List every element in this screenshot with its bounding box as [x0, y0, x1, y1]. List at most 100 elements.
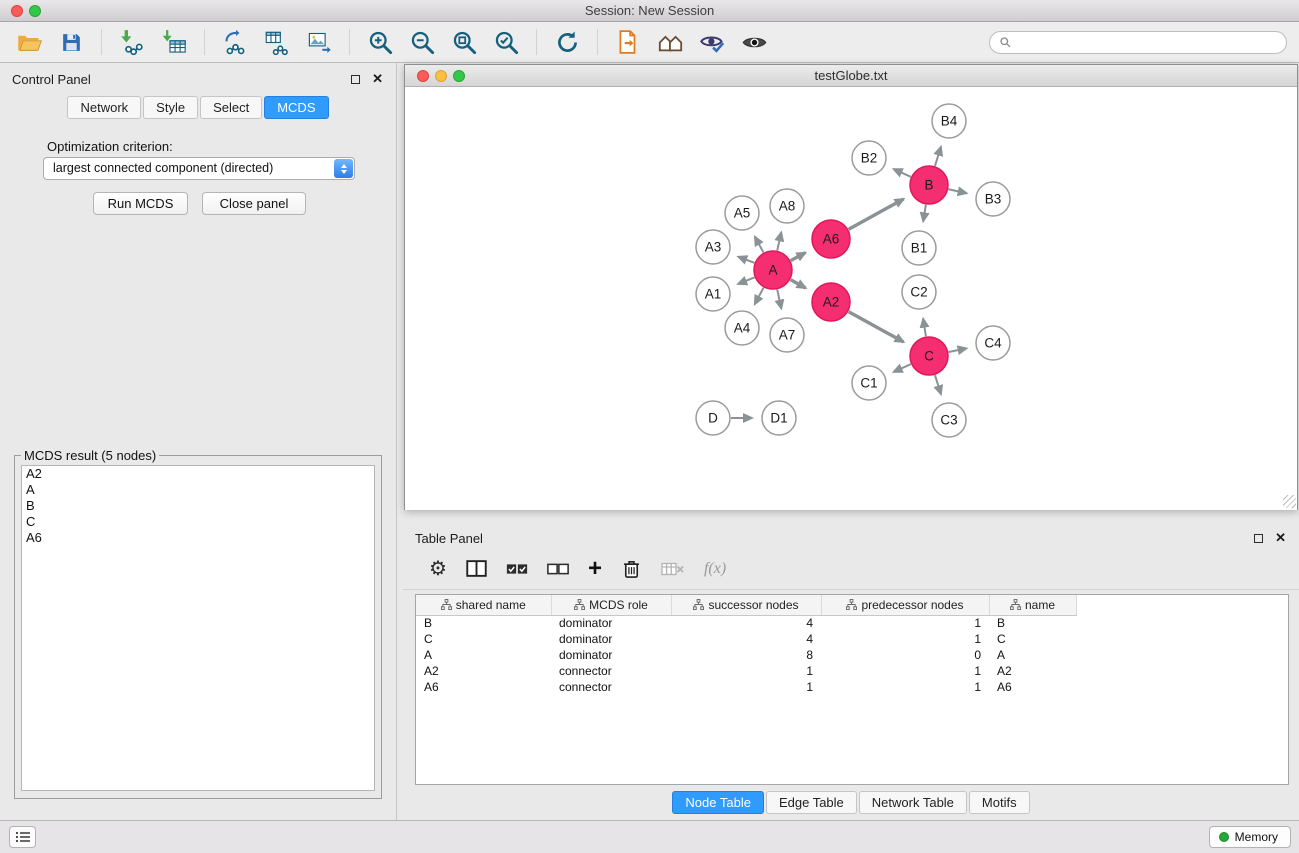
column-header-shared-name[interactable]: shared name [416, 595, 551, 615]
graph-node-B2[interactable]: B2 [852, 141, 886, 175]
graph-edge-A-A6[interactable] [791, 253, 806, 261]
clone-network-button[interactable] [260, 25, 294, 59]
zoom-view-button[interactable] [453, 70, 465, 82]
table-tab-edge-table[interactable]: Edge Table [766, 791, 857, 814]
graph-edge-C-C1[interactable] [894, 364, 911, 372]
graph-edge-A-A1[interactable] [738, 277, 754, 284]
control-tab-mcds[interactable]: MCDS [264, 96, 328, 119]
graph-node-B3[interactable]: B3 [976, 182, 1010, 216]
open-session-button[interactable] [12, 25, 46, 59]
delete-table-button[interactable] [661, 562, 685, 576]
table-tab-network-table[interactable]: Network Table [859, 791, 967, 814]
close-panel-icon[interactable]: ✕ [372, 71, 383, 87]
graph-node-B1[interactable]: B1 [902, 231, 936, 265]
graph-edge-C-C4[interactable] [949, 348, 967, 352]
import-table-button[interactable] [157, 25, 191, 59]
control-tab-network[interactable]: Network [67, 96, 141, 119]
zoom-in-button[interactable] [363, 25, 397, 59]
graph-node-A[interactable]: A [754, 251, 792, 289]
table-row[interactable]: A2connector11A2 [416, 663, 1076, 679]
minimize-view-button[interactable] [435, 70, 447, 82]
column-header-name[interactable]: name [989, 595, 1076, 615]
add-column-button[interactable]: + [588, 559, 602, 579]
graph-node-A2[interactable]: A2 [812, 283, 850, 321]
graph-edge-A-A5[interactable] [755, 237, 764, 253]
table-tab-motifs[interactable]: Motifs [969, 791, 1030, 814]
column-header-predecessor-nodes[interactable]: predecessor nodes [821, 595, 989, 615]
mcds-result-item[interactable]: B [22, 498, 374, 514]
graph-node-B4[interactable]: B4 [932, 104, 966, 138]
graph-node-C3[interactable]: C3 [932, 403, 966, 437]
export-image-button[interactable] [302, 25, 336, 59]
graph-node-D1[interactable]: D1 [762, 401, 796, 435]
mcds-result-item[interactable]: A2 [22, 466, 374, 482]
float-table-panel-icon[interactable] [1254, 534, 1263, 543]
resize-grip[interactable] [1283, 495, 1296, 508]
column-header-mcds-role[interactable]: MCDS role [551, 595, 671, 615]
search-input[interactable] [1017, 35, 1277, 50]
table-row[interactable]: Bdominator41B [416, 615, 1076, 631]
column-header-successor-nodes[interactable]: successor nodes [671, 595, 821, 615]
network-canvas[interactable]: B4B2BB3A5A8A6B1A3AC2A1A2A4A7CC4C1C3DD1 [405, 88, 1297, 510]
validate-view-button[interactable] [695, 25, 729, 59]
graph-node-C[interactable]: C [910, 337, 948, 375]
zoom-fit-button[interactable] [447, 25, 481, 59]
graph-node-A7[interactable]: A7 [770, 318, 804, 352]
show-columns-button[interactable] [466, 559, 487, 578]
graph-node-A8[interactable]: A8 [770, 189, 804, 223]
graph-edge-B-B3[interactable] [949, 189, 967, 193]
zoom-out-button[interactable] [405, 25, 439, 59]
float-panel-icon[interactable] [351, 75, 360, 84]
run-mcds-button[interactable]: Run MCDS [93, 192, 188, 215]
close-window-button[interactable] [11, 5, 23, 17]
delete-column-button[interactable] [621, 558, 642, 579]
table-row[interactable]: A6connector11A6 [416, 679, 1076, 695]
memory-button[interactable]: Memory [1209, 826, 1291, 848]
graph-edge-A-A8[interactable] [777, 232, 781, 250]
graph-edge-B-B2[interactable] [894, 169, 911, 177]
deselect-all-button[interactable] [547, 563, 569, 575]
show-panels-button[interactable] [9, 826, 36, 848]
graph-edge-A6-B[interactable] [849, 199, 904, 229]
graph-node-B[interactable]: B [910, 166, 948, 204]
table-tab-node-table[interactable]: Node Table [672, 791, 764, 814]
graph-edge-A-A7[interactable] [777, 290, 781, 309]
import-network-button[interactable] [115, 25, 149, 59]
graph-node-A6[interactable]: A6 [812, 220, 850, 258]
graph-edge-C-C3[interactable] [935, 375, 941, 394]
graph-node-C1[interactable]: C1 [852, 366, 886, 400]
graph-edge-C-C2[interactable] [923, 319, 926, 337]
optimization-criterion-dropdown[interactable]: largest connected component (directed) [43, 157, 355, 180]
network-from-selection-button[interactable] [218, 25, 252, 59]
control-tab-select[interactable]: Select [200, 96, 262, 119]
graph-node-D[interactable]: D [696, 401, 730, 435]
table-row[interactable]: Cdominator41C [416, 631, 1076, 647]
function-builder-button[interactable]: f(x) [704, 560, 726, 578]
import-file-button[interactable] [611, 25, 645, 59]
mcds-result-item[interactable]: C [22, 514, 374, 530]
table-row[interactable]: Adominator80A [416, 647, 1076, 663]
graph-node-C4[interactable]: C4 [976, 326, 1010, 360]
graph-node-A4[interactable]: A4 [725, 311, 759, 345]
graph-edge-A-A2[interactable] [791, 280, 806, 288]
graph-node-A3[interactable]: A3 [696, 230, 730, 264]
close-view-button[interactable] [417, 70, 429, 82]
graph-edge-A-A4[interactable] [755, 288, 764, 305]
graph-edge-B-B1[interactable] [923, 205, 926, 222]
graph-node-A1[interactable]: A1 [696, 277, 730, 311]
close-table-panel-icon[interactable]: ✕ [1275, 530, 1286, 546]
select-all-button[interactable] [506, 563, 528, 575]
show-details-button[interactable] [737, 25, 771, 59]
control-tab-style[interactable]: Style [143, 96, 198, 119]
graph-edge-A-A3[interactable] [738, 257, 754, 263]
table-settings-button[interactable]: ⚙ [429, 559, 447, 579]
search-box[interactable] [989, 31, 1287, 54]
graph-edge-A2-C[interactable] [849, 312, 904, 342]
zoom-selected-button[interactable] [489, 25, 523, 59]
zoom-window-button[interactable] [29, 5, 41, 17]
save-session-button[interactable] [54, 25, 88, 59]
graph-node-C2[interactable]: C2 [902, 275, 936, 309]
mcds-result-item[interactable]: A [22, 482, 374, 498]
close-panel-button[interactable]: Close panel [202, 192, 306, 215]
graph-edge-B-B4[interactable] [935, 147, 941, 166]
